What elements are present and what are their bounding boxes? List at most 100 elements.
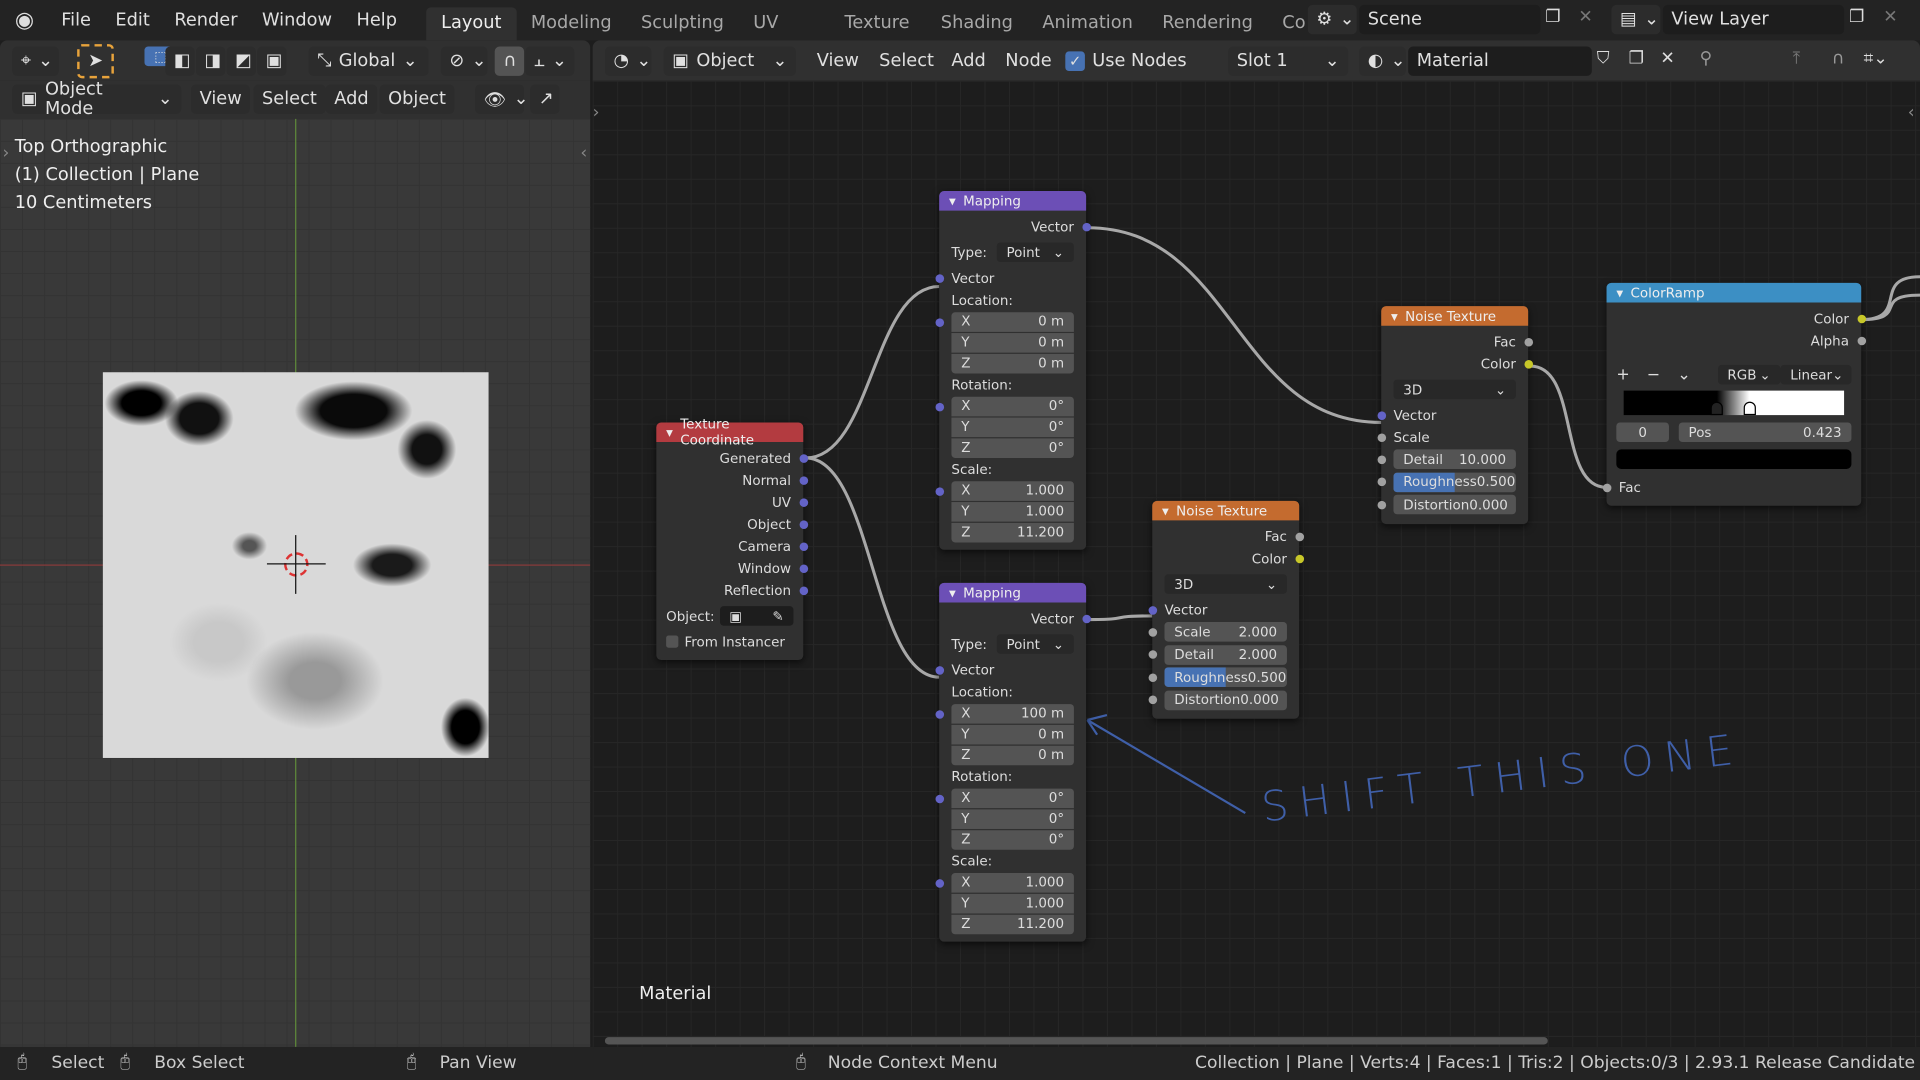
scene-name-field[interactable]: Scene <box>1359 4 1541 35</box>
node-menu-select[interactable]: Select <box>871 47 943 76</box>
unlink-material-icon[interactable]: ✕ <box>1660 49 1674 69</box>
select-dropdown[interactable]: 3D ⌄ <box>1393 379 1516 400</box>
stop-color-swatch[interactable] <box>1616 449 1852 469</box>
collapse-triangle-icon[interactable]: ▾ <box>949 193 956 209</box>
slot-dropdown[interactable]: Slot 1 ⌄ <box>1228 46 1349 76</box>
stop-position-field[interactable]: Pos 0.423 <box>1678 422 1852 443</box>
slider-field[interactable]: Distortion 0.000 <box>1164 690 1287 710</box>
use-nodes-checkbox[interactable]: ✓ Use Nodes <box>1065 47 1187 76</box>
select-dropdown[interactable]: Point ⌄ <box>996 242 1074 263</box>
eyedropper-icon[interactable]: ✎ <box>772 608 783 624</box>
float-socket-icon[interactable] <box>1376 454 1386 464</box>
node-editor-canvas[interactable]: SHIFT THIS ONE › ‹ Material ▾ Mapping Vect… <box>592 80 1920 1047</box>
vector-socket-icon[interactable] <box>798 541 808 551</box>
axis-field[interactable]: X 0 m <box>951 311 1074 332</box>
vector-socket-icon[interactable] <box>934 709 944 719</box>
float-socket-icon[interactable] <box>1147 695 1157 705</box>
float-socket-icon[interactable] <box>1523 337 1533 346</box>
workspace-tab-uv-editing[interactable]: UV Editing <box>739 7 830 40</box>
float-socket-icon[interactable] <box>1147 627 1157 637</box>
slider-field[interactable]: Scale 2.000 <box>1164 622 1287 642</box>
slider-field[interactable]: Detail 2.000 <box>1164 645 1287 665</box>
menu-edit[interactable]: Edit <box>103 10 162 30</box>
menu-help[interactable]: Help <box>344 10 409 30</box>
vector-socket-icon[interactable] <box>798 519 808 529</box>
slider-field[interactable]: Detail 10.000 <box>1393 449 1516 470</box>
axis-field[interactable]: X 100 m <box>951 703 1074 724</box>
view-layer-selector-button[interactable]: ▤ ⌄ <box>1611 4 1661 35</box>
workspace-tab-texture-paint[interactable]: Texture Paint <box>830 7 926 40</box>
axis-field[interactable]: Y 1.000 <box>951 501 1074 522</box>
float-socket-icon[interactable] <box>1376 500 1386 509</box>
from-instancer-checkbox[interactable] <box>666 635 679 648</box>
toolbar-toggle-icon[interactable]: › <box>2 143 9 163</box>
node-texcoord[interactable]: ▾ Texture Coordinate Generated Normal UV Obje… <box>656 416 808 661</box>
axis-field[interactable]: Z 0 m <box>951 745 1074 765</box>
add-stop-icon[interactable]: + <box>1616 366 1629 384</box>
collapse-triangle-icon[interactable]: ▾ <box>1616 285 1623 301</box>
viewport-menu-select[interactable]: Select <box>253 84 326 114</box>
node-header[interactable]: ▾ Noise Texture <box>1381 306 1529 326</box>
node-noise2[interactable]: ▾ Noise Texture Fac Color 3D ⌄ Vector Scale 2.00… <box>1147 500 1304 719</box>
color-socket-icon[interactable] <box>1856 314 1866 323</box>
axis-field[interactable]: Y 1.000 <box>951 893 1074 913</box>
pivot-point-dropdown[interactable]: ⊘ ⌄ <box>440 46 488 76</box>
node-link[interactable] <box>1861 275 1920 322</box>
select-mode-subtract-button[interactable]: ◨ <box>195 46 226 76</box>
workspace-tab-animation[interactable]: Animation <box>1028 7 1148 40</box>
select-tool-button[interactable]: ➤ <box>77 44 114 79</box>
vector-socket-icon[interactable] <box>934 665 944 675</box>
pin-icon[interactable]: ⚲ <box>1700 49 1713 69</box>
viewport-menu-add[interactable]: Add <box>325 84 378 114</box>
axis-field[interactable]: Z 0° <box>951 829 1074 850</box>
vector-socket-icon[interactable] <box>934 317 944 327</box>
float-socket-icon[interactable] <box>1147 672 1157 682</box>
workspace-tab-shading[interactable]: Shading <box>926 7 1028 40</box>
color-socket-icon[interactable] <box>1294 554 1304 563</box>
vector-socket-icon[interactable] <box>798 497 808 507</box>
node-link[interactable] <box>805 285 940 460</box>
parent-node-tree-icon[interactable]: ⤒ <box>1793 49 1801 69</box>
remove-stop-icon[interactable]: − <box>1647 366 1660 384</box>
select-dropdown[interactable]: Point ⌄ <box>996 634 1074 654</box>
node-header[interactable]: ▾ ColorRamp <box>1606 282 1862 303</box>
float-socket-icon[interactable] <box>1602 483 1611 492</box>
vector-socket-icon[interactable] <box>798 453 808 463</box>
color-mode-dropdown[interactable]: RGB ⌄ <box>1717 364 1781 385</box>
vector-socket-icon[interactable] <box>1147 605 1157 615</box>
collapse-triangle-icon[interactable]: ▾ <box>1162 503 1169 519</box>
select-dropdown[interactable]: 3D ⌄ <box>1164 574 1287 594</box>
vector-socket-icon[interactable] <box>934 402 944 411</box>
collapse-triangle-icon[interactable]: ▾ <box>1391 308 1398 324</box>
workspace-tab-layout[interactable]: Layout <box>426 7 517 41</box>
gizmo-toggle[interactable]: ↗ <box>530 84 560 114</box>
sidebar-toggle-icon[interactable]: ‹ <box>580 143 587 163</box>
blender-logo-icon[interactable]: ◉ <box>0 7 49 33</box>
axis-field[interactable]: Z 0° <box>951 437 1074 458</box>
vector-socket-icon[interactable] <box>1081 222 1091 231</box>
object-picker-field[interactable]: ▣ ✎ <box>719 606 794 626</box>
collapse-triangle-icon[interactable]: ▾ <box>666 424 673 440</box>
fake-user-shield-icon[interactable]: ⛉ <box>1597 49 1610 69</box>
vector-socket-icon[interactable] <box>934 273 944 283</box>
float-socket-icon[interactable] <box>1376 432 1386 442</box>
slider-field[interactable]: Roughness 0.500 <box>1393 472 1516 492</box>
node-header[interactable]: ▾ Mapping <box>939 582 1087 603</box>
vector-socket-icon[interactable] <box>798 585 808 595</box>
axis-field[interactable]: X 0° <box>951 396 1074 416</box>
node-header[interactable]: ▾ Texture Coordinate <box>656 416 804 448</box>
float-socket-icon[interactable] <box>1294 532 1304 541</box>
scene-selector-button[interactable]: ⚙ ⌄ <box>1307 4 1357 35</box>
snap-mode-icon[interactable]: ⌗⌄ <box>1864 49 1888 69</box>
object-mode-dropdown[interactable]: ▣ Object Mode ⌄ <box>12 80 182 119</box>
vector-socket-icon[interactable] <box>934 878 944 888</box>
node-menu-view[interactable]: View <box>808 47 867 76</box>
node-link[interactable] <box>1087 226 1382 424</box>
workspace-tab-rendering[interactable]: Rendering <box>1148 7 1268 40</box>
axis-field[interactable]: Y 0° <box>951 416 1074 437</box>
node-noise1[interactable]: ▾ Noise Texture Fac Color 3D ⌄ Vector Scale Deta… <box>1376 306 1533 524</box>
node-link[interactable] <box>805 456 940 679</box>
new-view-layer-icon[interactable]: ❐ <box>1849 7 1864 27</box>
snap-icon[interactable]: ∩ <box>1832 49 1845 69</box>
axis-field[interactable]: Z 11.200 <box>951 914 1074 934</box>
